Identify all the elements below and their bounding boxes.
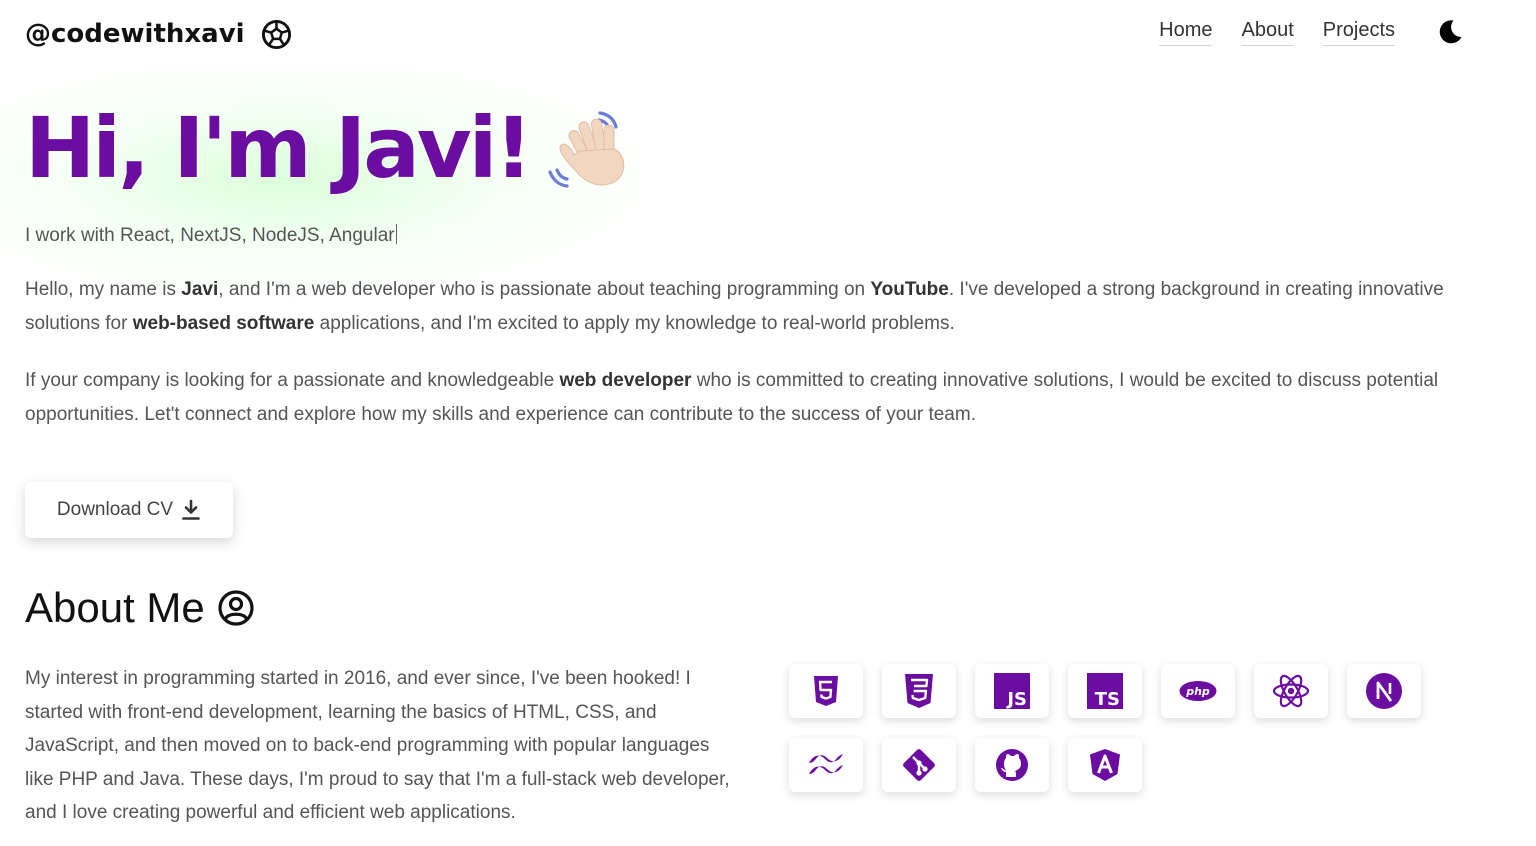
- angular-icon: [1090, 749, 1120, 781]
- skill-css3: [882, 664, 956, 718]
- waving-hand-icon: [548, 111, 625, 188]
- about-me-heading: About Me: [25, 584, 255, 632]
- intro-emphasis: web developer: [559, 370, 692, 391]
- nav-home-link[interactable]: Home: [1159, 19, 1213, 46]
- skill-github: [975, 738, 1049, 792]
- user-circle-icon: [218, 590, 254, 626]
- skills-grid: JS TS php: [789, 664, 1439, 792]
- intro-text: applications, and I'm excited to apply m…: [314, 313, 955, 334]
- skill-angular: [1068, 738, 1142, 792]
- svg-text:php: php: [1185, 685, 1210, 698]
- nextjs-icon: [1366, 673, 1402, 709]
- download-cv-button[interactable]: Download CV: [25, 482, 233, 538]
- typed-tagline-text: I work with React, NextJS, NodeJS, Angul…: [25, 225, 395, 246]
- typed-tagline: I work with React, NextJS, NodeJS, Angul…: [25, 224, 397, 247]
- download-cv-label: Download CV: [56, 499, 174, 520]
- intro-emphasis: Javi: [181, 279, 219, 300]
- skill-nextjs: [1347, 664, 1421, 718]
- intro-paragraph-2: If your company is looking for a passion…: [25, 364, 1465, 432]
- skill-php: php: [1161, 664, 1235, 718]
- hero-title-text: Hi, I'm Javi!: [25, 99, 533, 197]
- svg-text:TS: TS: [1095, 689, 1120, 709]
- download-icon: [182, 499, 200, 520]
- skill-javascript: JS: [975, 664, 1049, 718]
- nav-about-link[interactable]: About: [1241, 19, 1294, 46]
- intro-text: If your company is looking for a passion…: [25, 370, 560, 391]
- intro-text: Hello, my name is: [25, 279, 182, 300]
- skill-tailwind: [789, 738, 863, 792]
- intro-paragraph-1: Hello, my name is Javi, and I'm a web de…: [25, 273, 1465, 341]
- html5-icon: [814, 676, 838, 706]
- intro-emphasis: web-based software: [132, 313, 315, 334]
- intro-text: , and I'm a web developer who is passion…: [218, 279, 871, 300]
- tailwind-icon: [809, 754, 843, 774]
- hero-title: Hi, I'm Javi!: [25, 98, 636, 198]
- git-icon: [903, 749, 935, 781]
- soccer-ball-icon: [261, 19, 292, 50]
- typescript-icon: TS: [1087, 673, 1123, 709]
- react-icon: [1272, 674, 1310, 708]
- dark-mode-toggle-moon-icon[interactable]: [1436, 18, 1464, 46]
- skill-git: [882, 738, 956, 792]
- css3-icon: [905, 674, 933, 708]
- php-icon: php: [1179, 681, 1217, 701]
- svg-text:JS: JS: [1005, 689, 1027, 709]
- skill-typescript: TS: [1068, 664, 1142, 718]
- brand-name: @codewithxavi: [25, 19, 245, 49]
- javascript-icon: JS: [994, 673, 1030, 709]
- skill-html5: [789, 664, 863, 718]
- intro-emphasis: YouTube: [870, 279, 949, 300]
- brand[interactable]: @codewithxavi: [25, 14, 292, 54]
- about-me-text: My interest in programming started in 20…: [25, 668, 730, 824]
- github-icon: [996, 749, 1028, 781]
- main-nav: Home About Projects: [1159, 18, 1464, 46]
- typing-caret: [395, 224, 397, 244]
- nav-projects-link[interactable]: Projects: [1322, 19, 1395, 46]
- about-me-heading-text: About Me: [25, 584, 205, 631]
- skill-react: [1254, 664, 1328, 718]
